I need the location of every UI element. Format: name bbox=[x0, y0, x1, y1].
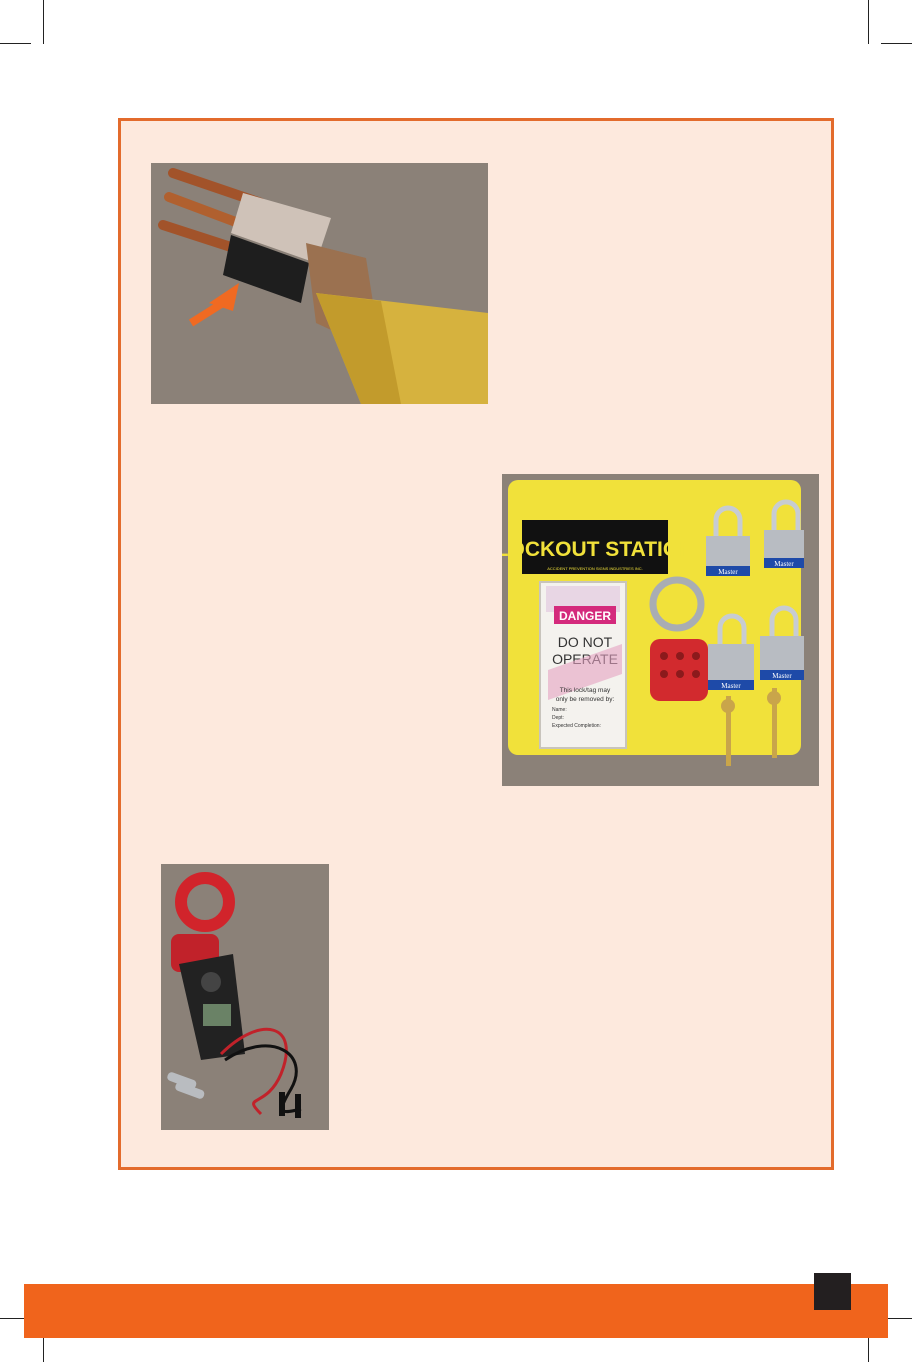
danger-tag-completion-label: Expected Completion: bbox=[552, 723, 601, 729]
page-number-box bbox=[814, 1273, 851, 1310]
padlock-brand: Master bbox=[774, 560, 794, 568]
lockout-station-sign-fine-print: ACCIDENT PREVENTION SIGNS INDUSTRIES INC… bbox=[547, 566, 643, 571]
lockout-station-sign-title: LOCKOUT STATION bbox=[502, 538, 694, 561]
danger-tag-removal-line2: only be removed by: bbox=[556, 696, 615, 703]
danger-tag-header: DANGER bbox=[559, 609, 611, 623]
clamp-meter-photo bbox=[161, 864, 329, 1130]
crop-mark bbox=[0, 43, 31, 44]
crop-mark bbox=[868, 0, 869, 44]
padlock-brand: Master bbox=[718, 568, 738, 576]
danger-tag-removal-line1: This lock/tag may bbox=[560, 687, 611, 694]
footer-band bbox=[24, 1284, 888, 1338]
lockout-station-photo: LOCKOUT STATION ACCIDENT PREVENTION SIGN… bbox=[502, 474, 819, 786]
crop-mark bbox=[43, 0, 44, 44]
nm-cable-illustration bbox=[151, 163, 488, 404]
danger-tag-line1: DO NOT bbox=[558, 634, 613, 650]
lockout-station-illustration: LOCKOUT STATION ACCIDENT PREVENTION SIGN… bbox=[502, 474, 819, 786]
padlock-brand: Master bbox=[772, 672, 792, 680]
crop-mark bbox=[881, 43, 912, 44]
danger-tag-dept-label: Dept: bbox=[552, 715, 564, 721]
clamp-meter-illustration bbox=[161, 864, 329, 1130]
danger-tag-name-label: Name: bbox=[552, 707, 567, 713]
cable-photo bbox=[151, 163, 488, 404]
padlock-brand: Master bbox=[721, 682, 741, 690]
